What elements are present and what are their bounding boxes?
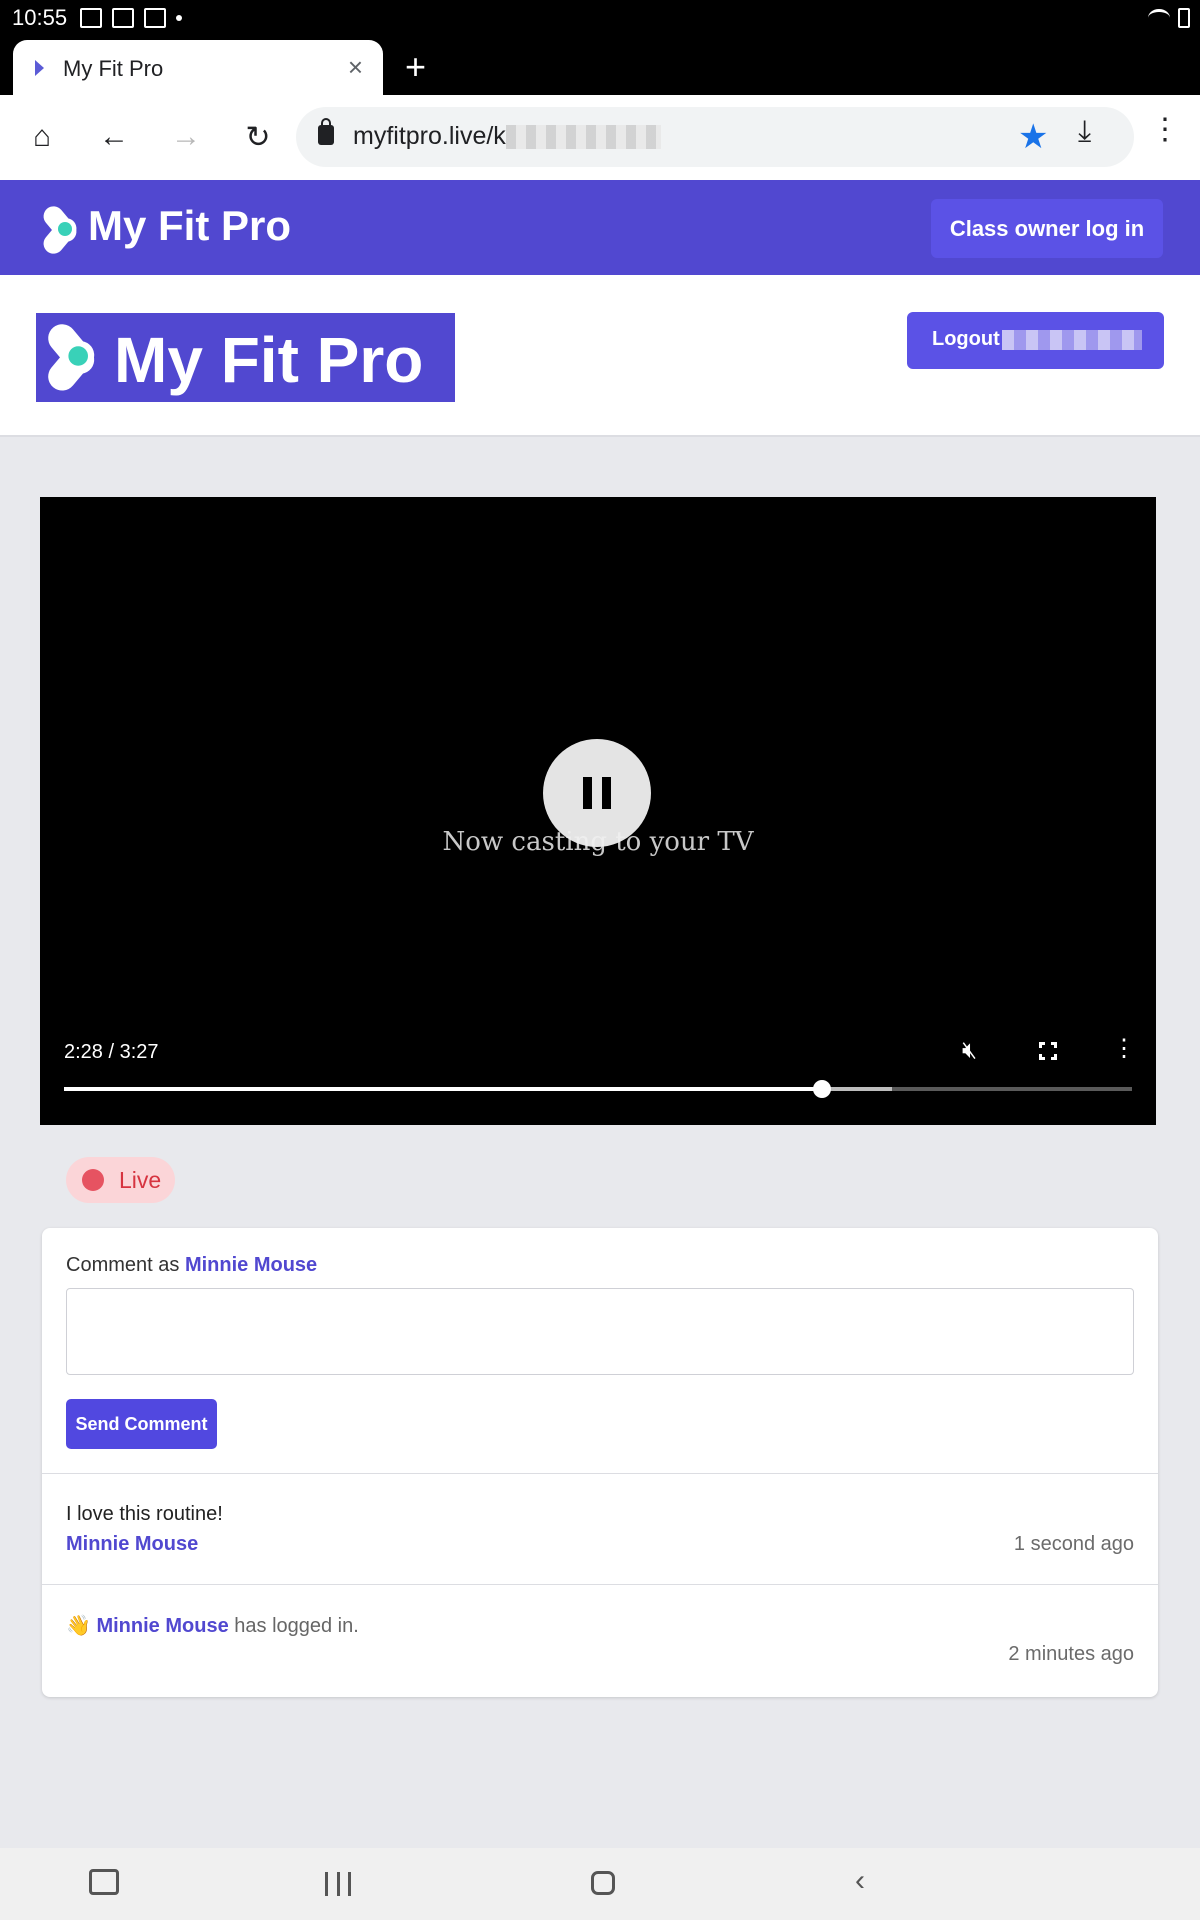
- more-vert-icon[interactable]: ⋮: [1150, 115, 1180, 145]
- logout-label: Logout: [932, 328, 1000, 350]
- commenter-name[interactable]: Minnie Mouse: [185, 1254, 317, 1276]
- tab-strip: My Fit Pro × +: [0, 38, 1200, 95]
- login-notice: 👋 Minnie Mouse has logged in.: [66, 1613, 359, 1638]
- brand-logo-icon: [39, 202, 81, 258]
- home-icon[interactable]: ⌂: [20, 115, 64, 159]
- screenshot-icon: [144, 8, 166, 28]
- comment-time: 1 second ago: [1013, 1533, 1134, 1555]
- send-comment-button[interactable]: Send Comment: [66, 1399, 217, 1449]
- fullscreen-icon[interactable]: [1039, 1042, 1057, 1060]
- class-logo: My Fit Pro: [36, 313, 455, 402]
- class-header: My Fit Pro Logout: [0, 275, 1200, 437]
- live-badge: Live: [66, 1157, 175, 1203]
- progress-thumb[interactable]: [813, 1080, 832, 1098]
- star-icon[interactable]: ★: [1018, 117, 1048, 157]
- comment-item: I love this routine! Minnie Mouse 1 seco…: [42, 1474, 1158, 1584]
- url-text[interactable]: myfitpro.live/k: [353, 122, 506, 151]
- status-time: 10:55: [12, 5, 68, 30]
- comment-as-label: Comment as Minnie Mouse: [66, 1254, 317, 1277]
- comment-input[interactable]: [66, 1288, 1134, 1375]
- comment-text: I love this routine!: [66, 1503, 223, 1525]
- home-icon[interactable]: [591, 1871, 615, 1895]
- reload-icon[interactable]: ↻: [236, 115, 280, 159]
- pause-button[interactable]: [543, 739, 651, 847]
- comment-author[interactable]: Minnie Mouse: [66, 1533, 198, 1556]
- tab-title: My Fit Pro: [63, 56, 164, 81]
- class-logo-text: My Fit Pro: [114, 324, 424, 396]
- progress-fill: [64, 1087, 823, 1091]
- address-bar[interactable]: myfitpro.live/k ★ ⤓: [296, 107, 1134, 167]
- class-owner-login-button[interactable]: Class owner log in: [931, 199, 1163, 258]
- comment-time: 2 minutes ago: [1008, 1643, 1134, 1665]
- waving-hand-icon: 👋: [66, 1615, 91, 1637]
- gmail-icon: [112, 8, 134, 28]
- video-progress-bar[interactable]: [64, 1080, 1132, 1098]
- system-nav-bar: ‹: [0, 1848, 1200, 1920]
- comment-item: 👋 Minnie Mouse has logged in. 2 minutes …: [42, 1585, 1158, 1697]
- recents-icon[interactable]: [325, 1872, 351, 1896]
- video-time: 2:28 / 3:27: [64, 1041, 159, 1063]
- keyboard-icon[interactable]: [89, 1869, 119, 1895]
- login-text: has logged in.: [228, 1615, 359, 1637]
- video-more-icon[interactable]: ⋮: [1112, 1037, 1136, 1061]
- logout-user-redacted: [1002, 330, 1142, 350]
- url-redacted: [506, 125, 661, 149]
- close-tab-icon[interactable]: ×: [348, 52, 363, 83]
- more-notifications-icon: [176, 15, 182, 21]
- favicon-icon: [35, 60, 44, 76]
- lock-icon[interactable]: [318, 118, 334, 145]
- download-icon[interactable]: ⤓: [1078, 115, 1091, 149]
- status-bar: 10:55: [0, 0, 1200, 38]
- browser-toolbar: ⌂ ← → ↻ myfitpro.live/k ★ ⤓ ⋮: [0, 95, 1200, 180]
- comment-author[interactable]: Minnie Mouse: [96, 1615, 228, 1637]
- live-label: Live: [119, 1167, 162, 1193]
- site-header: My Fit Pro Class owner log in: [0, 180, 1200, 275]
- notification-icons: [80, 8, 182, 28]
- mute-icon[interactable]: 🔇︎: [962, 1037, 977, 1065]
- system-icons: [1148, 8, 1190, 28]
- header-brand[interactable]: My Fit Pro: [88, 202, 291, 250]
- live-dot-icon: [82, 1169, 104, 1191]
- comment-as-prefix: Comment as: [66, 1254, 185, 1276]
- wifi-icon: [1148, 9, 1170, 27]
- comments-card: Comment as Minnie Mouse Send Comment I l…: [42, 1228, 1158, 1697]
- video-player[interactable]: Now casting to your TV 2:28 / 3:27 🔇︎ ⋮: [40, 497, 1156, 1125]
- battery-icon: [1178, 8, 1190, 28]
- image-icon: [80, 8, 102, 28]
- browser-tab[interactable]: My Fit Pro ×: [13, 40, 383, 95]
- back-arrow-icon[interactable]: ←: [92, 115, 136, 159]
- logout-button[interactable]: Logout: [907, 312, 1164, 369]
- new-tab-button[interactable]: +: [405, 46, 426, 88]
- back-icon[interactable]: ‹: [855, 1864, 865, 1898]
- forward-arrow-icon[interactable]: →: [164, 115, 208, 159]
